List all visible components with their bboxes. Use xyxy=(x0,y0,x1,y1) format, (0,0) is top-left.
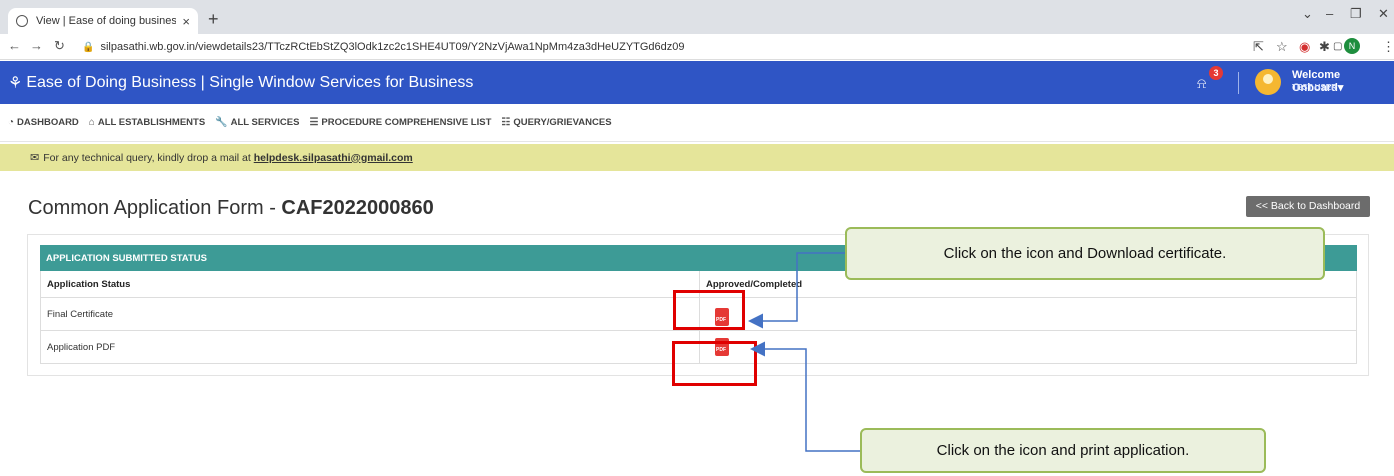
arrow-to-application xyxy=(750,341,860,452)
callout-download-certificate: Click on the icon and Download certifica… xyxy=(845,227,1325,280)
callout-print-application: Click on the icon and print application. xyxy=(860,428,1266,473)
arrow-to-certificate xyxy=(748,252,845,329)
